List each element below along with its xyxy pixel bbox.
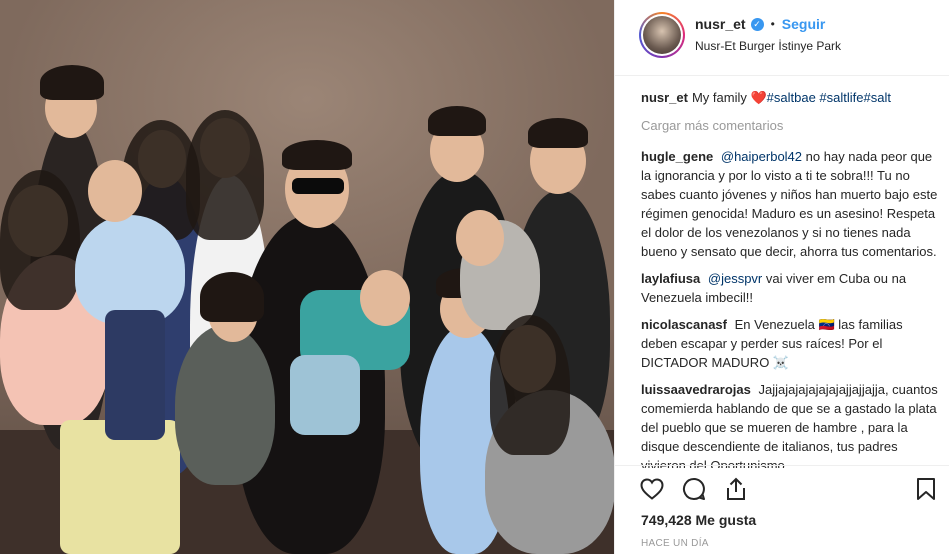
comment-username[interactable]: luissaavedrarojas — [641, 382, 751, 397]
comment-item: hugle_gene @haiperbol42 no hay nada peor… — [641, 147, 941, 261]
share-icon[interactable] — [723, 476, 749, 502]
post-header: nusr_et ✓ • Seguir Nusr-Et Burger İstiny… — [615, 0, 949, 76]
caption: nusr_et My family ❤️#saltbae #saltlife#sa… — [641, 88, 941, 107]
heart-outline-icon[interactable] — [639, 476, 665, 502]
comment-mention[interactable]: @jesspvr — [708, 271, 762, 286]
comment-text: no hay nada peor que la ignorancia y por… — [641, 149, 938, 259]
avatar-image — [643, 16, 681, 54]
comment-item: laylafiusa @jesspvr vai viver em Cuba ou… — [641, 269, 941, 307]
red-heart-icon: ❤️ — [750, 90, 767, 105]
comment-mention[interactable]: @haiperbol42 — [721, 149, 802, 164]
post-side-panel: nusr_et ✓ • Seguir Nusr-Et Burger İstiny… — [614, 0, 949, 554]
caption-text: My family — [691, 90, 747, 105]
action-bar — [615, 465, 949, 505]
caption-username[interactable]: nusr_et — [641, 90, 688, 105]
follow-button[interactable]: Seguir — [782, 16, 826, 32]
username-row: nusr_et ✓ • Seguir — [695, 16, 825, 32]
comment-item: luissaavedrarojas Jajjajajajajajajajjajj… — [641, 380, 941, 468]
verified-badge-icon: ✓ — [750, 17, 764, 31]
likes-count[interactable]: 749,428 Me gusta — [641, 512, 756, 528]
comment-bubble-icon[interactable] — [681, 476, 707, 502]
bookmark-icon[interactable] — [913, 476, 939, 502]
load-more-comments-button[interactable]: Cargar más comentarios — [641, 116, 941, 135]
caption-hashtags[interactable]: #saltbae #saltlife#salt — [767, 90, 891, 105]
comment-username[interactable]: nicolascanasf — [641, 317, 727, 332]
comments-section: nusr_et My family ❤️#saltbae #saltlife#sa… — [641, 88, 941, 468]
location-link[interactable]: Nusr-Et Burger İstinye Park — [695, 39, 841, 53]
username-link[interactable]: nusr_et — [695, 16, 746, 32]
avatar-inner — [641, 14, 683, 56]
post-timestamp: HACE UN DÍA — [641, 538, 709, 549]
separator-dot: • — [770, 17, 775, 31]
comment-username[interactable]: laylafiusa — [641, 271, 700, 286]
comment-username[interactable]: hugle_gene — [641, 149, 713, 164]
post-photo[interactable] — [0, 0, 614, 554]
avatar[interactable] — [639, 12, 685, 58]
comment-item: nicolascanasf En Venezuela 🇻🇪 las famili… — [641, 315, 941, 372]
